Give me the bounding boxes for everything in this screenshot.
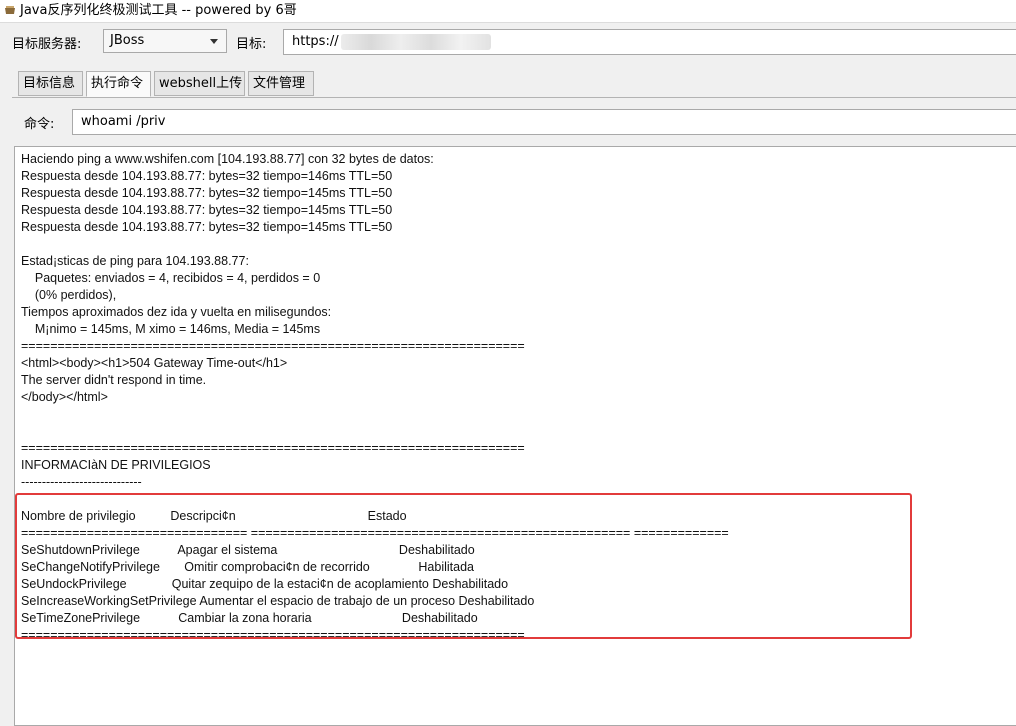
server-select-value: JBoss <box>110 33 145 48</box>
server-label: 目标服务器: <box>12 37 82 52</box>
tab-execute-command[interactable]: 执行命令 <box>86 71 151 97</box>
command-label: 命令: <box>24 117 55 132</box>
target-label: 目标: <box>236 37 267 52</box>
tab-divider <box>12 97 1016 98</box>
redacted-url-blur <box>340 33 491 50</box>
output-text: Haciendo ping a www.wshifen.com [104.193… <box>21 152 729 642</box>
chevron-down-icon[interactable] <box>210 39 218 44</box>
output-area[interactable]: Haciendo ping a www.wshifen.com [104.193… <box>14 146 1016 726</box>
tab-target-info[interactable]: 目标信息 <box>18 71 83 96</box>
target-row: 目标服务器: JBoss 目标: https:// <box>0 27 1016 57</box>
target-value: https:// <box>292 34 339 49</box>
tab-file-manager[interactable]: 文件管理 <box>248 71 314 96</box>
tab-webshell-upload[interactable]: webshell上传 <box>154 71 245 96</box>
server-select[interactable]: JBoss <box>103 29 227 53</box>
title-bar: Java反序列化终极测试工具 -- powered by 6哥 <box>0 0 1016 23</box>
app-icon <box>5 6 15 14</box>
target-input[interactable]: https:// <box>283 29 1016 55</box>
window-title: Java反序列化终极测试工具 -- powered by 6哥 <box>20 3 297 18</box>
command-input[interactable]: whoami /priv <box>72 109 1016 135</box>
